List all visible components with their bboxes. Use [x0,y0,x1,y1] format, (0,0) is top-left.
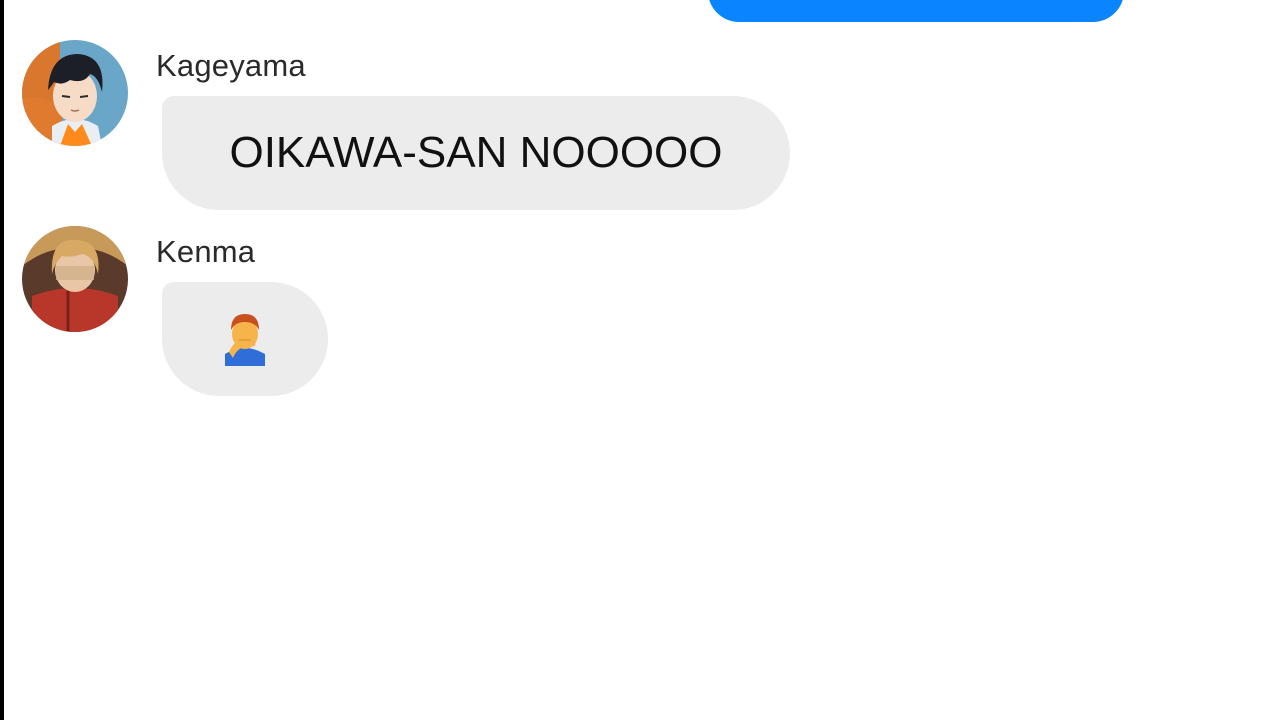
sender-name-kageyama: Kageyama [156,48,306,83]
anime-avatar-icon [22,40,128,146]
avatar-kageyama[interactable] [22,40,128,146]
sender-name-kenma: Kenma [156,234,256,269]
message-text: OIKAWA-SAN NOOOOO [229,128,723,177]
message-bubble[interactable] [162,282,328,396]
chat-screen: Kageyama OIKAWA-SAN NOOOOO Kenma [0,0,1280,720]
screen-edge [0,0,4,720]
outgoing-message-bubble[interactable] [708,0,1124,22]
avatar-kenma[interactable] [22,226,128,332]
man-facepalming-emoji-icon [221,308,269,371]
anime-avatar-icon [22,226,128,332]
message-bubble[interactable]: OIKAWA-SAN NOOOOO [162,96,790,210]
